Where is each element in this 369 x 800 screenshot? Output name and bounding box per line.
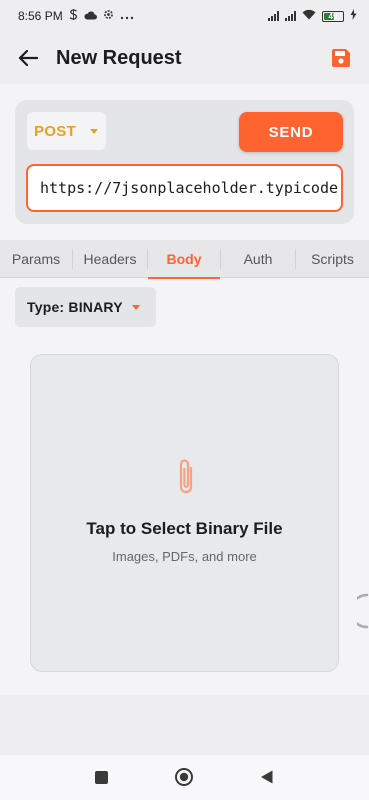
system-back-button[interactable] [258, 768, 276, 786]
tab-auth[interactable]: Auth [221, 240, 295, 278]
body-type-label: Type: BINARY [27, 299, 123, 315]
back-button[interactable] [16, 46, 40, 70]
tab-scripts[interactable]: Scripts [296, 240, 369, 278]
body-panel: Type: BINARY Tap to Select Binary File I… [0, 279, 369, 695]
s-icon [69, 9, 78, 23]
request-card: POST SEND [15, 100, 354, 224]
url-input[interactable] [26, 164, 343, 212]
status-right: 49 [268, 9, 357, 23]
floppy-disk-icon [331, 49, 350, 67]
status-left: 8:56 PM [18, 9, 134, 23]
bottom-spacer [0, 695, 369, 755]
app-bar: New Request [0, 32, 369, 84]
home-circle-icon [175, 768, 193, 786]
tab-params[interactable]: Params [0, 240, 72, 278]
back-triangle-icon [261, 770, 273, 784]
request-tabs: Params Headers Body Auth Scripts [0, 240, 369, 279]
method-label: POST [34, 122, 77, 140]
binary-file-picker[interactable]: Tap to Select Binary File Images, PDFs, … [30, 354, 339, 672]
settings-icon [103, 9, 114, 23]
recents-button[interactable] [93, 769, 109, 785]
system-nav-bar [0, 755, 369, 800]
charging-icon [350, 9, 357, 23]
status-time: 8:56 PM [18, 9, 63, 23]
page-title: New Request [56, 46, 182, 69]
battery-level: 49 [328, 11, 338, 21]
home-button[interactable] [174, 767, 194, 787]
chevron-down-icon [131, 304, 140, 310]
method-dropdown[interactable]: POST [27, 112, 106, 150]
body-type-dropdown[interactable]: Type: BINARY [15, 287, 156, 327]
file-picker-subtitle: Images, PDFs, and more [112, 549, 257, 564]
tab-headers[interactable]: Headers [73, 240, 147, 278]
recents-square-icon [94, 770, 108, 784]
tab-body[interactable]: Body [148, 240, 220, 279]
battery-icon: 49 [322, 10, 344, 22]
arrow-left-icon [18, 49, 38, 67]
chevron-down-icon [90, 128, 99, 134]
wifi-icon [302, 9, 316, 23]
send-button[interactable]: SEND [239, 112, 343, 152]
paperclip-icon [179, 459, 193, 494]
more-dots-icon [120, 9, 134, 23]
file-picker-title: Tap to Select Binary File [86, 519, 283, 538]
status-bar: 8:56 PM 49 [0, 0, 369, 32]
save-button[interactable] [329, 46, 353, 70]
signal-2-icon [285, 11, 296, 21]
edge-swipe-handle[interactable] [357, 593, 369, 629]
cloud-icon [84, 9, 97, 23]
signal-icon [268, 11, 279, 21]
